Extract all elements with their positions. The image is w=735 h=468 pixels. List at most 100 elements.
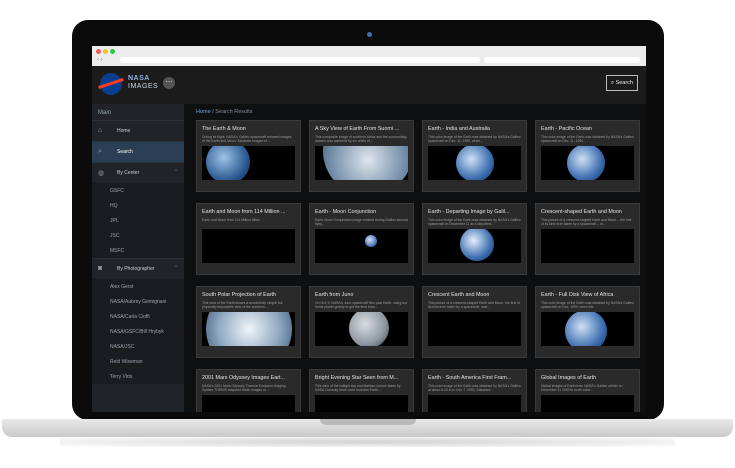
photographer-label: NASA/JSC: [110, 344, 135, 350]
sidebar: Main ⌂ Home ⌕ Search ◍ By Center ⌃ GSFC …: [92, 104, 184, 412]
breadcrumb-home-link[interactable]: Home: [196, 109, 211, 115]
sidebar-photographer-item[interactable]: NASA/Carla Cioffi: [92, 309, 184, 324]
results-area: Home / Search Results The Earth & Moon Du…: [184, 104, 646, 412]
sidebar-item-search[interactable]: ⌕ Search: [92, 141, 184, 162]
result-card[interactable]: 2001 Mars Odyssey Images Eart... NASA's 2…: [196, 369, 301, 412]
sidebar-photographer-item[interactable]: NASA/JSC: [92, 339, 184, 354]
result-card[interactable]: Earth - Departing Image by Galil... This …: [422, 203, 527, 275]
result-card[interactable]: South Polar Projection of Earth This view…: [196, 286, 301, 358]
result-thumbnail[interactable]: [315, 229, 408, 263]
chevron-up-icon: ⌃: [173, 265, 178, 271]
result-description: This view of the Earth shows a wonderful…: [202, 301, 283, 310]
result-card[interactable]: Crescent-shaped Earth and Moon This pictu…: [535, 203, 640, 275]
result-description: This composite image of southern Africa …: [315, 135, 407, 144]
result-description: This picture of a crescent-shaped Earth …: [541, 218, 632, 227]
sidebar-center-item[interactable]: JPL: [92, 213, 184, 228]
result-description: NASA's 2001 Mars Odyssey Thermal Emissio…: [202, 384, 286, 393]
result-description: Earth-Moon Conjunction image created dur…: [315, 218, 408, 227]
result-description: This color image of the Earth was obtain…: [428, 384, 521, 393]
photographer-label: Alex Gerst: [110, 284, 134, 290]
sidebar-photographer-item[interactable]: Terry Virts: [92, 369, 184, 384]
result-card[interactable]: Earth - Pacific Ocean This color image of…: [535, 120, 640, 192]
result-thumbnail[interactable]: [428, 312, 521, 346]
search-icon: ⌕: [610, 80, 615, 86]
earth-image: [565, 312, 607, 346]
result-title: Global Images of Earth: [541, 375, 597, 381]
result-card[interactable]: Crescent Earth and Moon This picture of a…: [422, 286, 527, 358]
sidebar-photographer-item[interactable]: Alex Gerst: [92, 279, 184, 294]
more-menu-icon[interactable]: ⋯: [163, 77, 175, 89]
maximize-window-dot[interactable]: [110, 49, 115, 54]
result-title: Crescent-shaped Earth and Moon: [541, 209, 622, 215]
sidebar-item-by-photographer[interactable]: ◙ By Photographer ⌃: [92, 258, 184, 279]
sidebar-center-item[interactable]: MSFC: [92, 243, 184, 258]
sidebar-center-item[interactable]: HQ: [92, 198, 184, 213]
sidebar-item-home[interactable]: ⌂ Home: [92, 120, 184, 141]
result-card[interactable]: Bright Evening Star Seen from M... This v…: [309, 369, 414, 412]
result-thumbnail[interactable]: [202, 229, 295, 263]
brand-line-1: NASA: [128, 75, 150, 82]
result-thumbnail[interactable]: [315, 146, 408, 180]
sidebar-item-label: By Center: [117, 170, 140, 176]
result-card[interactable]: A Sky View of Earth From Suomi ... This c…: [309, 120, 414, 192]
result-card[interactable]: Global Images of Earth Global images of E…: [535, 369, 640, 412]
result-description: On Oct. 9, NASA's Juno spacecraft flew p…: [315, 301, 408, 310]
sidebar-photographer-item[interactable]: Reid Wiseman: [92, 354, 184, 369]
webcam: [367, 32, 372, 37]
result-description: This color image of the Earth was obtain…: [541, 135, 634, 144]
result-title: The Earth & Moon: [202, 126, 246, 132]
laptop-base: [2, 419, 733, 437]
result-thumbnail[interactable]: [315, 395, 408, 412]
site-header: NASA IMAGES ⋯ ⌕ Search: [92, 66, 646, 105]
center-label: HQ: [110, 203, 118, 209]
back-forward-icons[interactable]: ‹ ›: [97, 57, 103, 63]
result-thumbnail[interactable]: [541, 229, 634, 263]
earth-image: [206, 146, 250, 180]
result-card[interactable]: The Earth & Moon During its flight, NASA'…: [196, 120, 301, 192]
result-thumbnail[interactable]: [541, 395, 634, 412]
header-search-button[interactable]: ⌕ Search: [605, 75, 638, 91]
result-card[interactable]: Earth - India and Australia This color im…: [422, 120, 527, 192]
earth-image: [206, 312, 292, 346]
result-title: Earth - Moon Conjunction: [315, 209, 377, 215]
result-thumbnail[interactable]: [428, 395, 521, 412]
result-description: Earth and Moon from 114 Million Miles: [202, 218, 260, 222]
result-title: Earth and Moon from 114 Million ...: [202, 209, 286, 215]
result-title: 2001 Mars Odyssey Images Eart...: [202, 375, 285, 381]
sidebar-center-item[interactable]: JSC: [92, 228, 184, 243]
result-card[interactable]: Earth from Juno On Oct. 9, NASA's Juno sp…: [309, 286, 414, 358]
result-card[interactable]: Earth - Moon Conjunction Earth-Moon Conju…: [309, 203, 414, 275]
sidebar-photographer-item[interactable]: NASA/Aubrey Gemignani: [92, 294, 184, 309]
breadcrumb-separator: /: [212, 109, 214, 115]
sidebar-center-item[interactable]: GSFC: [92, 183, 184, 198]
browser-search-bar[interactable]: [484, 57, 640, 63]
breadcrumb-current: Search Results: [215, 109, 253, 115]
home-icon: ⌂: [98, 127, 103, 134]
close-window-dot[interactable]: [96, 49, 101, 54]
result-title: Bright Evening Star Seen from M...: [315, 375, 399, 381]
result-title: Earth - India and Australia: [428, 126, 491, 132]
result-thumbnail[interactable]: [202, 395, 295, 412]
address-bar[interactable]: [120, 57, 480, 63]
sidebar-photographer-item[interactable]: NASA/GSFC/Bill Hrybyk: [92, 324, 184, 339]
result-thumbnail[interactable]: [428, 146, 521, 180]
result-thumbnail[interactable]: [541, 146, 634, 180]
sidebar-item-label: Home: [117, 128, 131, 134]
result-card[interactable]: Earth - Full Disk View of Africa This col…: [535, 286, 640, 358]
photographer-label: Terry Virts: [110, 374, 133, 380]
result-description: This picture of a crescent-shaped Earth …: [428, 301, 520, 310]
result-card[interactable]: Earth - South America First Fram... This …: [422, 369, 527, 412]
result-description: During its flight, NASA's Galileo spacec…: [202, 135, 292, 144]
sidebar-item-by-center[interactable]: ◍ By Center ⌃: [92, 162, 184, 183]
minimize-window-dot[interactable]: [103, 49, 108, 54]
brand-wordmark[interactable]: NASA IMAGES: [128, 75, 158, 91]
result-thumbnail[interactable]: [202, 312, 295, 346]
globe-icon: ◍: [98, 170, 105, 177]
photographer-label: NASA/Aubrey Gemignani: [110, 299, 167, 305]
result-thumbnail[interactable]: [541, 312, 634, 346]
result-thumbnail[interactable]: [202, 146, 295, 180]
nasa-logo[interactable]: [100, 73, 122, 95]
result-card[interactable]: Earth and Moon from 114 Million ... Earth…: [196, 203, 301, 275]
result-thumbnail[interactable]: [428, 229, 521, 263]
result-thumbnail[interactable]: [315, 312, 408, 346]
